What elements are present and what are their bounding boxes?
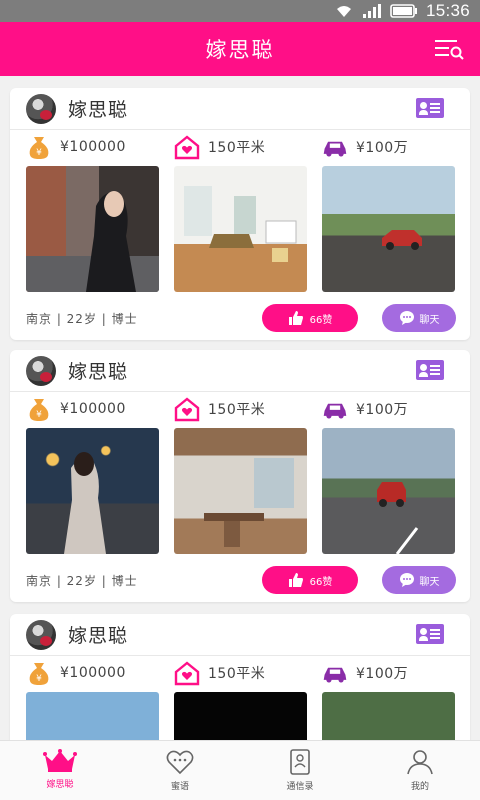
menu-search-icon: [435, 40, 464, 60]
chat-label: 聊天: [419, 576, 440, 588]
money-value: ¥100000: [60, 139, 126, 155]
car-icon: [322, 396, 348, 422]
profile-card-button[interactable]: [416, 624, 444, 644]
house-value: 150平米: [208, 140, 266, 156]
tab-label: 通信录: [286, 782, 314, 792]
photo-row: [10, 166, 470, 292]
chat-button[interactable]: 聊天: [382, 566, 456, 594]
photo-row: [10, 692, 470, 740]
avatar[interactable]: [26, 355, 56, 386]
crown-icon: [43, 749, 77, 772]
photo-night-woman[interactable]: [26, 428, 159, 554]
page-title: 嫁思聪: [205, 38, 275, 62]
asset-stats: ¥ ¥100000 150平米 ¥100万: [10, 130, 470, 166]
card-header: 嫁思聪: [10, 88, 470, 130]
tab-contacts[interactable]: 通信录: [240, 741, 360, 800]
house-stat: 150平米: [174, 396, 265, 422]
photo-red-car[interactable]: [322, 166, 455, 292]
money-stat: ¥ ¥100000: [26, 396, 126, 422]
car-icon: [322, 660, 348, 686]
chat-bubble-icon: [399, 311, 414, 325]
wifi-icon: [336, 6, 351, 17]
car-stat: ¥100万: [322, 134, 408, 160]
money-stat: ¥ ¥100000: [26, 660, 126, 686]
menu-search-button[interactable]: [434, 36, 464, 62]
car-value: ¥100万: [356, 402, 409, 418]
profile-name: 嫁思聪: [68, 99, 129, 121]
money-bag-icon: ¥: [26, 660, 52, 686]
status-bar: 15:36: [0, 0, 480, 22]
profile-card[interactable]: 嫁思聪 ¥ ¥100000 150平米 ¥100万: [10, 88, 470, 340]
house-heart-icon: [174, 660, 200, 686]
car-value: ¥100万: [356, 666, 409, 682]
signal-icon: [362, 4, 381, 18]
photo-wedding[interactable]: [322, 692, 455, 740]
asset-stats: ¥ ¥100000 150平米 ¥100万: [10, 656, 470, 692]
thumbs-up-icon: [288, 311, 303, 325]
avatar[interactable]: [26, 93, 56, 124]
asset-stats: ¥ ¥100000 150平米 ¥100万: [10, 392, 470, 428]
battery-icon: [390, 4, 417, 18]
svg-text:¥: ¥: [36, 674, 42, 684]
money-stat: ¥ ¥100000: [26, 134, 126, 160]
car-stat: ¥100万: [322, 396, 408, 422]
profile-card[interactable]: 嫁思聪 ¥ ¥100000 150平米 ¥100万: [10, 614, 470, 740]
clock: 15:36: [425, 1, 470, 20]
house-stat: 150平米: [174, 660, 265, 686]
like-count: 66赞: [309, 576, 333, 588]
profile-card-button[interactable]: [416, 360, 444, 380]
car-icon: [322, 134, 348, 160]
avatar[interactable]: [26, 619, 56, 650]
card-footer: 南京 | 22岁 | 博士 66赞 聊天: [10, 292, 470, 340]
profile-name: 嫁思聪: [68, 625, 129, 647]
photo-living-room[interactable]: [174, 166, 307, 292]
like-count: 66赞: [309, 314, 333, 326]
house-heart-icon: [174, 396, 200, 422]
house-stat: 150平米: [174, 134, 265, 160]
svg-text:¥: ¥: [36, 148, 42, 158]
tab-label: 蜜语: [170, 782, 189, 792]
money-bag-icon: ¥: [26, 134, 52, 160]
photo-building[interactable]: [26, 692, 159, 740]
svg-text:¥: ¥: [36, 410, 42, 420]
user-info: 南京 | 22岁 | 博士: [26, 574, 138, 588]
photo-row: [10, 428, 470, 554]
like-button[interactable]: 66赞: [262, 304, 358, 332]
money-bag-icon: ¥: [26, 396, 52, 422]
tab-home[interactable]: 嫁思聪: [0, 741, 120, 800]
chat-bubble-icon: [399, 573, 414, 587]
bottom-tab-bar: 嫁思聪 蜜语 通信录 我的: [0, 740, 480, 800]
app-header: 嫁思聪: [0, 22, 480, 76]
card-footer: 南京 | 22岁 | 博士 66赞 聊天: [10, 554, 470, 602]
user-info: 南京 | 22岁 | 博士: [26, 312, 138, 326]
card-header: 嫁思聪: [10, 614, 470, 656]
photo-dining-room[interactable]: [174, 428, 307, 554]
heart-chat-icon: [166, 750, 194, 775]
house-heart-icon: [174, 134, 200, 160]
profile-card-button[interactable]: [416, 98, 444, 118]
money-value: ¥100000: [60, 665, 126, 681]
money-value: ¥100000: [60, 401, 126, 417]
photo-dark[interactable]: [174, 692, 307, 740]
like-button[interactable]: 66赞: [262, 566, 358, 594]
chat-label: 聊天: [419, 314, 440, 326]
car-stat: ¥100万: [322, 660, 408, 686]
profile-name: 嫁思聪: [68, 361, 129, 383]
profile-card[interactable]: 嫁思聪 ¥ ¥100000 150平米 ¥100万: [10, 350, 470, 602]
tab-messages[interactable]: 蜜语: [120, 741, 240, 800]
profile-feed[interactable]: 嫁思聪 ¥ ¥100000 150平米 ¥100万 南京 | 22岁 | 博士 …: [0, 76, 480, 740]
car-value: ¥100万: [356, 140, 409, 156]
contacts-book-icon: [290, 749, 310, 775]
chat-button[interactable]: 聊天: [382, 304, 456, 332]
tab-label: 我的: [410, 782, 429, 792]
photo-red-jeep[interactable]: [322, 428, 455, 554]
person-icon: [407, 750, 433, 775]
thumbs-up-icon: [288, 573, 303, 587]
card-header: 嫁思聪: [10, 350, 470, 392]
tab-profile[interactable]: 我的: [360, 741, 480, 800]
tab-label: 嫁思聪: [46, 780, 74, 790]
house-value: 150平米: [208, 402, 266, 418]
photo-street-woman[interactable]: [26, 166, 159, 292]
house-value: 150平米: [208, 666, 266, 682]
